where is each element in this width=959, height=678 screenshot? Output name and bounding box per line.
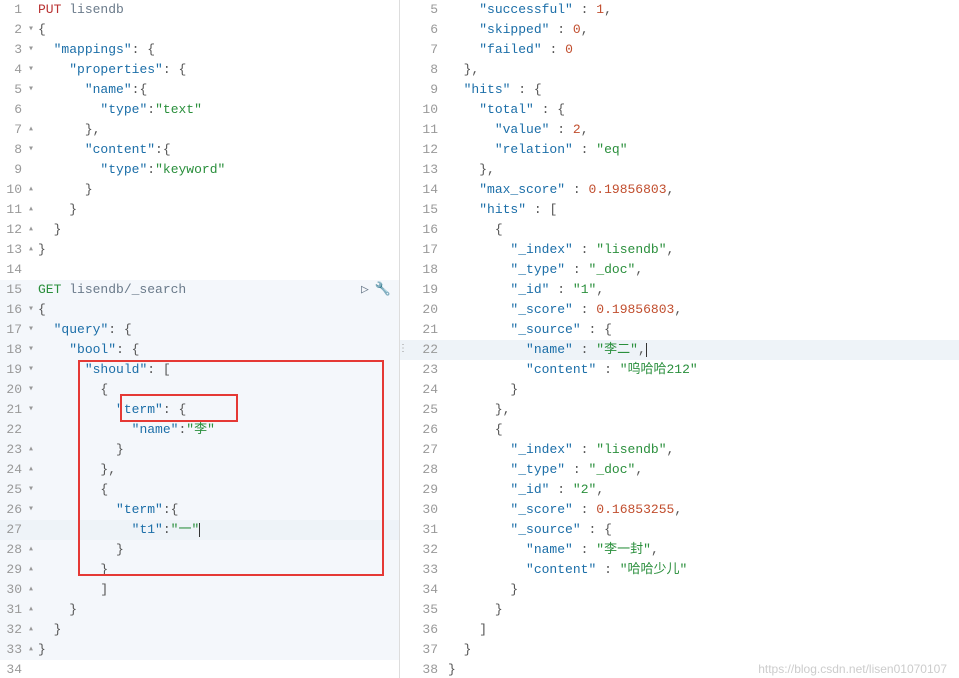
line-number: 37 xyxy=(400,640,448,660)
line-number: 33 xyxy=(400,560,448,580)
line-number: 12 xyxy=(400,140,448,160)
line-number: 10 xyxy=(0,180,28,200)
line-number: 20 xyxy=(0,380,28,400)
line-number: 7 xyxy=(0,120,28,140)
line-number: 24 xyxy=(400,380,448,400)
line-number: 2 xyxy=(0,20,28,40)
line-number: 12 xyxy=(0,220,28,240)
line-number: 17 xyxy=(0,320,28,340)
line-number: 35 xyxy=(400,600,448,620)
response-viewer-pane[interactable]: 5 "successful" : 1, 6 "skipped" : 0, 7 "… xyxy=(400,0,959,678)
line-number: 27 xyxy=(0,520,28,540)
line-number: 13 xyxy=(0,240,28,260)
line-number: 38 xyxy=(400,660,448,678)
request-code[interactable]: 1 PUT lisendb 2▾{ 3▾ "mappings": { 4▾ "p… xyxy=(0,0,399,678)
run-query-icon[interactable]: ▷ xyxy=(361,280,369,300)
line-number: 30 xyxy=(0,580,28,600)
line-number: 31 xyxy=(400,520,448,540)
line-number: 17 xyxy=(400,240,448,260)
http-method-get: GET xyxy=(38,282,61,297)
line-number: 11 xyxy=(400,120,448,140)
line-number: 16 xyxy=(0,300,28,320)
line-number: 29 xyxy=(0,560,28,580)
line-number: 23 xyxy=(0,440,28,460)
line-number: 26 xyxy=(400,420,448,440)
line-number: 21 xyxy=(400,320,448,340)
line-number: 18 xyxy=(400,260,448,280)
line-number: 6 xyxy=(400,20,448,40)
line-number: 3 xyxy=(0,40,28,60)
line-number: 23 xyxy=(400,360,448,380)
line-number: 31 xyxy=(0,600,28,620)
request-editor-pane[interactable]: 1 PUT lisendb 2▾{ 3▾ "mappings": { 4▾ "p… xyxy=(0,0,400,678)
line-number: 14 xyxy=(0,260,28,280)
line-number: 14 xyxy=(400,180,448,200)
wrench-icon[interactable]: 🔧 xyxy=(375,280,391,300)
line-number: 7 xyxy=(400,40,448,60)
line-number: 28 xyxy=(400,460,448,480)
line-number: 28 xyxy=(0,540,28,560)
http-method-put: PUT xyxy=(38,2,61,17)
line-number: 25 xyxy=(400,400,448,420)
line-number: 9 xyxy=(0,160,28,180)
line-number: 8 xyxy=(0,140,28,160)
line-number: 6 xyxy=(0,100,28,120)
line-number: 19 xyxy=(400,280,448,300)
line-number: 29 xyxy=(400,480,448,500)
line-number: 26 xyxy=(0,500,28,520)
gutter-drag-icon[interactable]: ⋮ xyxy=(400,340,408,360)
line-number: 24 xyxy=(0,460,28,480)
line-number: 5 xyxy=(0,80,28,100)
line-number: 21 xyxy=(0,400,28,420)
line-number: 15 xyxy=(0,280,28,300)
line-number: 16 xyxy=(400,220,448,240)
line-number: 32 xyxy=(0,620,28,640)
line-number: 25 xyxy=(0,480,28,500)
line-number: 10 xyxy=(400,100,448,120)
line-number: 1 xyxy=(0,0,28,20)
line-number: 15 xyxy=(400,200,448,220)
line-number: 27 xyxy=(400,440,448,460)
line-number: 4 xyxy=(0,60,28,80)
line-number: 33 xyxy=(0,640,28,660)
line-number: 34 xyxy=(400,580,448,600)
line-number: 11 xyxy=(0,200,28,220)
line-number: 13 xyxy=(400,160,448,180)
request-path: lisendb xyxy=(69,2,124,17)
line-number: 34 xyxy=(0,660,28,678)
line-number: 5 xyxy=(400,0,448,20)
line-number: 30 xyxy=(400,500,448,520)
line-number: 32 xyxy=(400,540,448,560)
line-number: 9 xyxy=(400,80,448,100)
line-number: 20 xyxy=(400,300,448,320)
response-code[interactable]: 5 "successful" : 1, 6 "skipped" : 0, 7 "… xyxy=(400,0,959,678)
search-path: lisendb/_search xyxy=(69,282,186,297)
watermark-text: https://blog.csdn.net/lisen01070107 xyxy=(758,662,947,676)
line-number: 18 xyxy=(0,340,28,360)
line-number: 19 xyxy=(0,360,28,380)
line-number: 22 xyxy=(0,420,28,440)
line-number: 8 xyxy=(400,60,448,80)
line-number: 36 xyxy=(400,620,448,640)
